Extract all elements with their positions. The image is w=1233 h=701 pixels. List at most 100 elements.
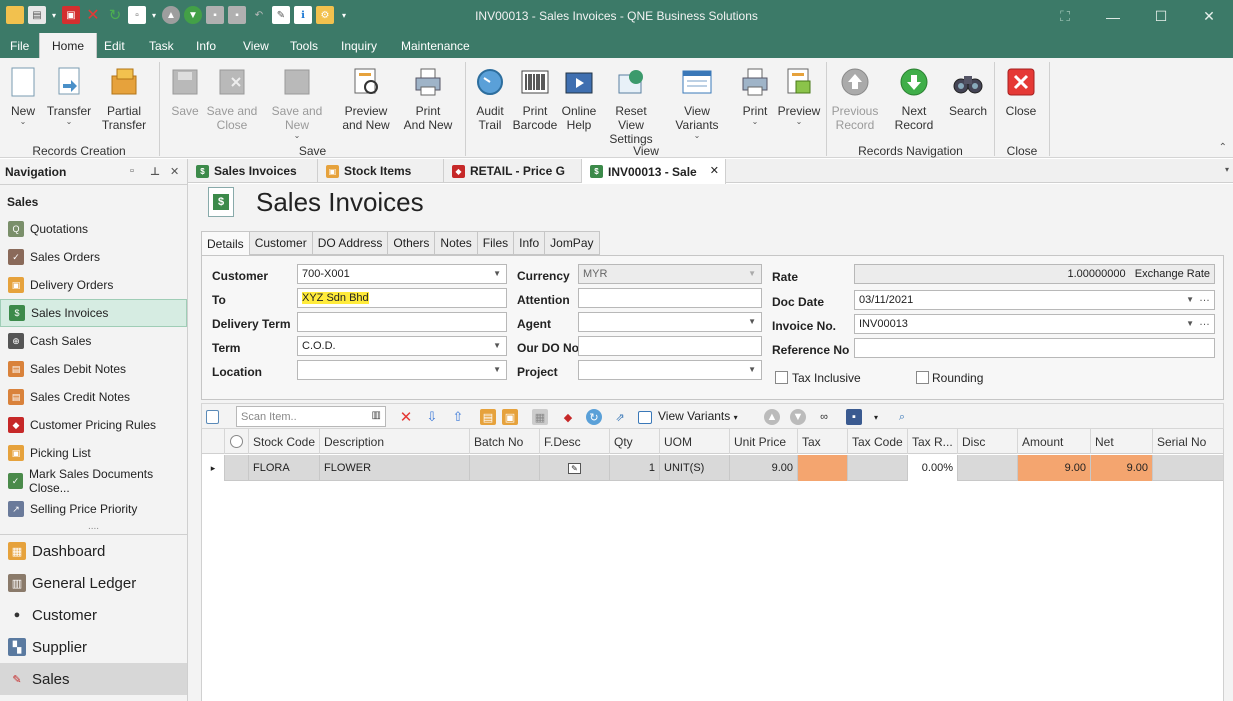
nav-item-customer-pricing-rules[interactable]: ◆ Customer Pricing Rules [0, 411, 187, 439]
nav-item-mark-sales-documents-close[interactable]: ✓ Mark Sales Documents Close... [0, 467, 187, 495]
view-variants-button[interactable]: View Variants ▾ [658, 409, 738, 423]
tax-inclusive-checkbox[interactable] [775, 371, 788, 384]
layout-icon[interactable]: ▫ [130, 165, 134, 177]
stock-box-icon[interactable]: ▣ [502, 409, 518, 425]
close-tab-icon[interactable]: ✕ [710, 164, 719, 177]
save-layout-icon[interactable]: ▪ [846, 409, 862, 425]
cell-f-desc[interactable]: ✎ [540, 455, 610, 481]
print-button[interactable]: Print ⌄ [738, 66, 772, 126]
edit-icon[interactable]: ✎ [272, 6, 290, 24]
nav-item-cash-sales[interactable]: ⊕ Cash Sales [0, 327, 187, 355]
copy-items-icon[interactable]: ▤ [480, 409, 496, 425]
menu-task[interactable]: Task [149, 39, 174, 53]
tab-details[interactable]: Details [201, 231, 250, 256]
delete-icon[interactable]: ✕ [84, 6, 102, 24]
save-and-new-button[interactable]: Save and New ⌄ [260, 66, 334, 140]
tab-stock-items[interactable]: ▣ Stock Items [318, 159, 444, 183]
new-button[interactable]: New ⌄ [8, 66, 38, 126]
preview-button[interactable]: Preview ⌄ [778, 66, 820, 126]
view-variants-button[interactable]: View Variants ⌄ [664, 66, 730, 140]
table-row[interactable]: ▸ FLORA FLOWER ✎ 1 UNIT(S) 9.00 0.00% 9.… [202, 455, 1223, 481]
tab-do-address[interactable]: DO Address [312, 231, 389, 255]
view-variants-icon[interactable] [638, 411, 652, 424]
panel-splitter[interactable]: .... [0, 522, 187, 535]
transfer-button[interactable]: Transfer ⌄ [47, 66, 91, 126]
module-customer[interactable]: ● Customer [0, 599, 187, 631]
menu-info[interactable]: Info [196, 39, 216, 53]
nav-item-selling-price-priority[interactable]: ↗ Selling Price Priority [0, 495, 187, 523]
tab-jompay[interactable]: JomPay [545, 231, 600, 255]
scan-item-input[interactable]: Scan Item.. ▥ [236, 406, 386, 427]
col-batch-no[interactable]: Batch No [470, 429, 540, 454]
pin-icon[interactable]: ⊥ [150, 165, 160, 178]
cell-disc[interactable] [958, 455, 1018, 481]
cell-stock-code[interactable]: FLORA [249, 455, 320, 481]
menu-file[interactable]: File [10, 39, 29, 53]
cell-serial-no[interactable] [1153, 455, 1223, 481]
tab-notes[interactable]: Notes [435, 231, 478, 255]
nav-item-sales-invoices[interactable]: $ Sales Invoices [0, 299, 187, 327]
edit-desc-icon[interactable]: ✎ [568, 462, 581, 474]
nav-item-quotations[interactable]: Q Quotations [0, 215, 187, 243]
cell-qty[interactable]: 1 [610, 455, 660, 481]
cell-uom[interactable]: UNIT(S) [660, 455, 730, 481]
save-icon[interactable]: ▪ [206, 6, 224, 24]
close-panel-icon[interactable]: ✕ [170, 165, 179, 178]
col-stock-code[interactable]: Stock Code [249, 429, 320, 454]
next-icon[interactable]: ▼ [790, 409, 806, 425]
pricing-rules-icon[interactable]: ◆ [560, 409, 576, 425]
app-menu-icon[interactable] [6, 6, 24, 24]
module-supplier[interactable]: ▚ Supplier [0, 631, 187, 663]
tab-files[interactable]: Files [477, 231, 515, 255]
zoom-search-icon[interactable]: ⌕ [894, 409, 910, 425]
partial-transfer-button[interactable]: Partial Transfer [96, 66, 152, 132]
invoice-no-field[interactable]: INV00013 ▼… [854, 314, 1215, 334]
delivery-term-field[interactable] [297, 312, 507, 332]
reset-view-settings-button[interactable]: Reset View Settings [602, 66, 660, 146]
nav-item-sales-credit-notes[interactable]: ▤ Sales Credit Notes [0, 383, 187, 411]
col-amount[interactable]: Amount [1018, 429, 1091, 454]
col-qty[interactable]: Qty [610, 429, 660, 454]
export-icon[interactable]: ⇗ [612, 409, 628, 425]
chevron-down-icon[interactable]: ▾ [868, 409, 884, 425]
cell-tax-rate[interactable]: 0.00% [908, 455, 958, 481]
term-select[interactable]: C.O.D. ▼ [297, 336, 507, 356]
col-f-desc[interactable]: F.Desc [540, 429, 610, 454]
next-record-button[interactable]: Next Record [882, 66, 946, 132]
new-doc-icon[interactable]: ▫ [128, 6, 146, 24]
close-button[interactable]: Close [1004, 66, 1038, 118]
barcode-icon[interactable]: ▥ [372, 410, 381, 421]
previous-icon[interactable]: ▲ [764, 409, 780, 425]
print-and-new-button[interactable]: Print And New [398, 66, 458, 132]
save-close-icon[interactable]: ▪ [228, 6, 246, 24]
tab-list-dropdown-icon[interactable]: ▾ [1225, 165, 1229, 174]
close-window-button[interactable]: ✕ [1185, 0, 1233, 33]
menu-home[interactable]: Home [39, 33, 98, 59]
pdf-icon[interactable]: ▣ [62, 6, 80, 24]
cell-unit-price[interactable]: 9.00 [730, 455, 798, 481]
nav-item-picking-list[interactable]: ▣ Picking List [0, 439, 187, 467]
undo-icon[interactable]: ↶ [250, 6, 268, 24]
col-unit-price[interactable]: Unit Price [730, 429, 798, 454]
ellipsis-icon[interactable]: … [1199, 292, 1210, 304]
reset-layout-icon[interactable]: ↻ [586, 409, 602, 425]
tab-others[interactable]: Others [388, 231, 436, 255]
move-up-icon[interactable]: ⇧ [450, 409, 466, 425]
refresh-icon[interactable]: ↻ [106, 6, 124, 24]
menu-inquiry[interactable]: Inquiry [341, 39, 377, 53]
new-line-icon[interactable] [206, 410, 219, 424]
currency-select[interactable]: MYR ▼ [578, 264, 762, 284]
cell-net[interactable]: 9.00 [1091, 455, 1153, 481]
module-dashboard[interactable]: ▦ Dashboard [0, 535, 187, 567]
row-select-cell[interactable] [225, 455, 249, 481]
select-all-radio[interactable] [225, 429, 249, 454]
col-tax-rate[interactable]: Tax R... [908, 429, 958, 454]
rounding-checkbox[interactable] [916, 371, 929, 384]
customize-qat-icon[interactable]: ▾ [338, 6, 350, 24]
module-sales[interactable]: ✎ Sales [0, 663, 187, 695]
cell-batch-no[interactable] [470, 455, 540, 481]
to-field[interactable]: XYZ Sdn Bhd [297, 288, 507, 308]
doc-date-field[interactable]: 03/11/2021 ▼… [854, 290, 1215, 310]
cell-tax[interactable] [798, 455, 848, 481]
menu-tools[interactable]: Tools [290, 39, 318, 53]
